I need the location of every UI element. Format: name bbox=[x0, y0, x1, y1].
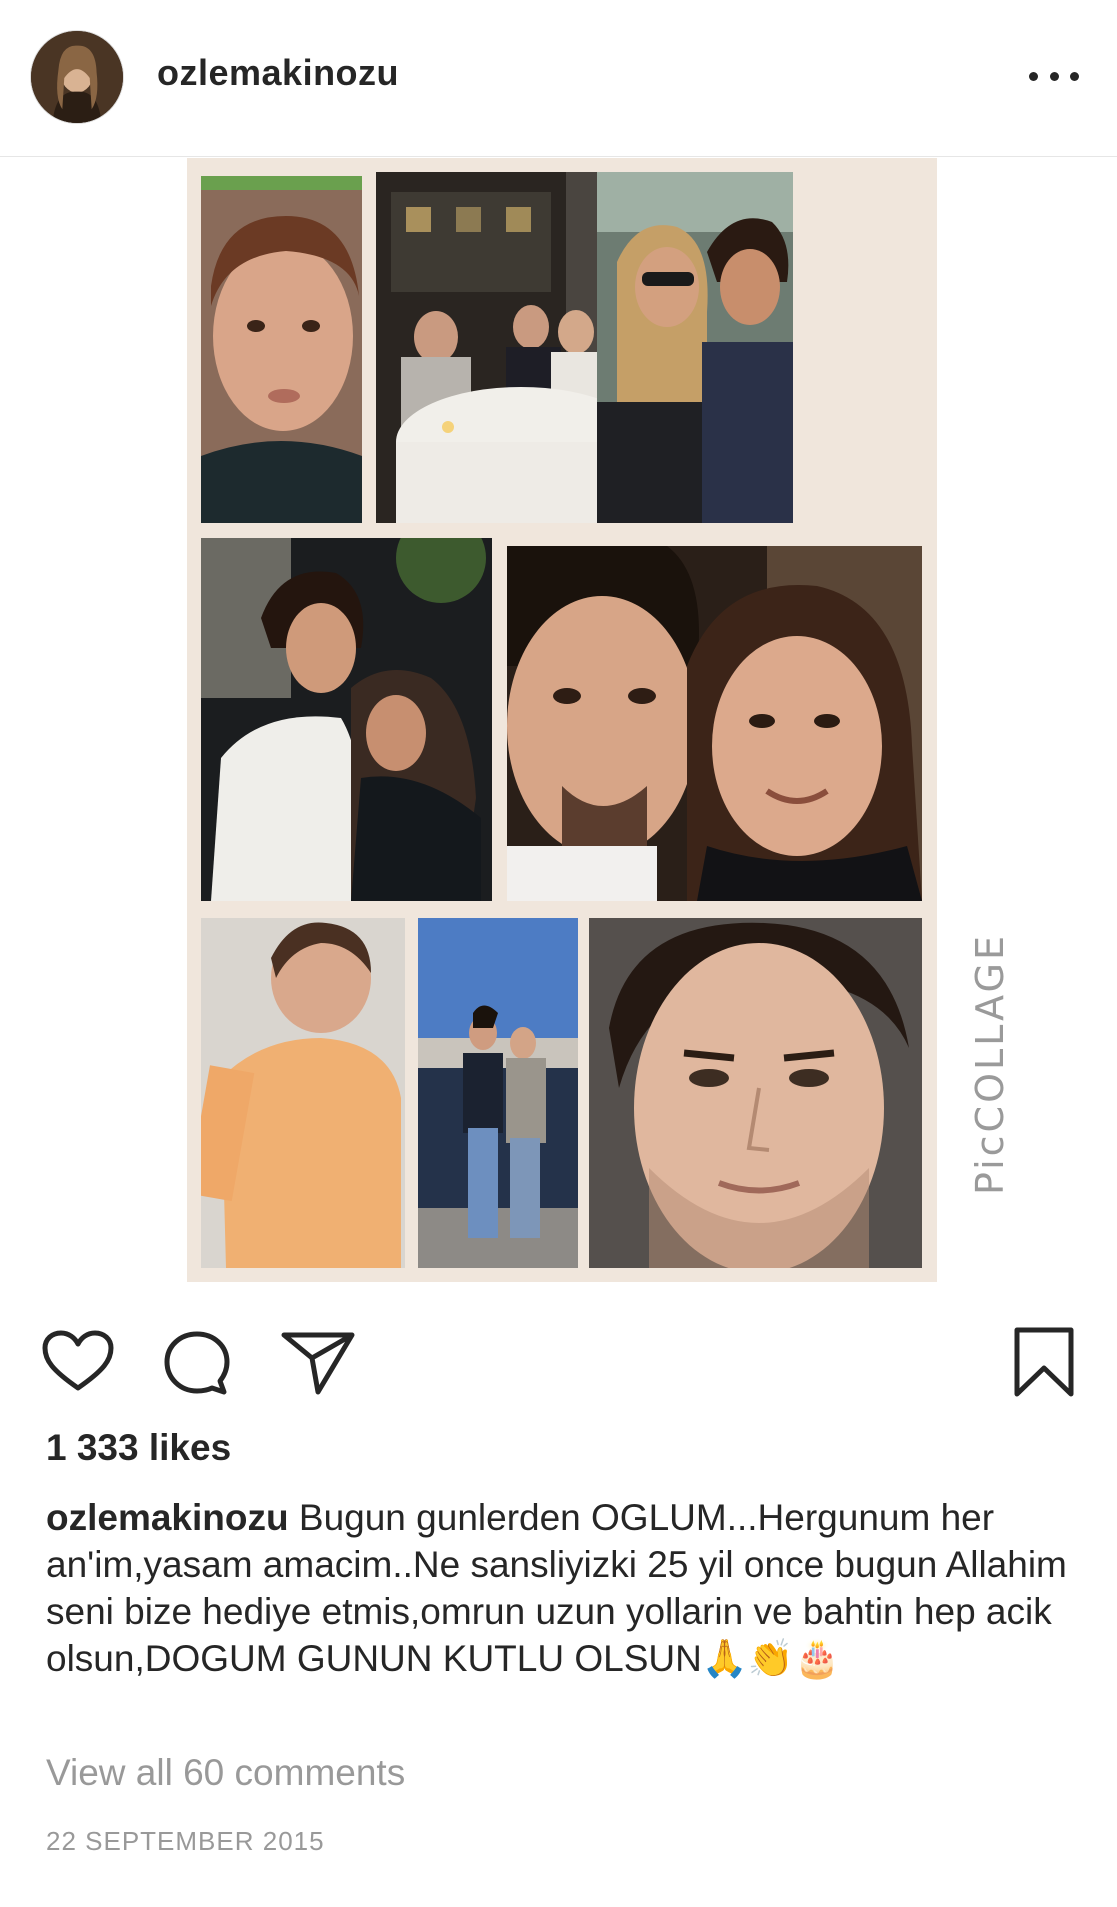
caption-emojis: 🙏👏🎂 bbox=[701, 1637, 841, 1680]
post-header: ozlemakinozu bbox=[0, 0, 1117, 157]
collage-photo-night-hug bbox=[201, 538, 492, 901]
collage-photo-toddler-orange-shirt bbox=[201, 918, 405, 1268]
collage-photo-sunglasses-selfie bbox=[597, 172, 793, 523]
likes-count[interactable]: 1 333 likes bbox=[46, 1427, 231, 1469]
post-username[interactable]: ozlemakinozu bbox=[157, 52, 399, 94]
collage-photo-portrait-man bbox=[589, 918, 922, 1268]
piccollage-watermark: PicCOLLAGE bbox=[968, 933, 1012, 1195]
heart-icon[interactable] bbox=[42, 1330, 114, 1392]
more-dot bbox=[1049, 71, 1059, 81]
profile-avatar[interactable] bbox=[30, 30, 124, 124]
collage-photo-seaside bbox=[418, 918, 578, 1268]
more-options-icon[interactable] bbox=[1029, 58, 1079, 94]
bookmark-icon[interactable] bbox=[1013, 1326, 1075, 1398]
comment-bubble-icon[interactable] bbox=[162, 1330, 232, 1396]
paper-plane-icon[interactable] bbox=[280, 1330, 356, 1396]
photo-collage bbox=[187, 158, 937, 1282]
post-photo[interactable]: PicCOLLAGE bbox=[0, 157, 1117, 1302]
more-dot bbox=[1029, 71, 1038, 81]
view-all-comments-link[interactable]: View all 60 comments bbox=[46, 1752, 405, 1794]
collage-photo-closeup-selfie bbox=[507, 546, 922, 901]
caption-username[interactable]: ozlemakinozu bbox=[46, 1497, 289, 1538]
collage-photo-baby-portrait bbox=[201, 176, 362, 523]
post-timestamp: 22 SEPTEMBER 2015 bbox=[46, 1826, 325, 1856]
more-dot bbox=[1070, 71, 1079, 81]
post-actions bbox=[0, 1302, 1117, 1422]
post-caption: ozlemakinozu Bugun gunlerden OGLUM...Her… bbox=[46, 1494, 1076, 1682]
